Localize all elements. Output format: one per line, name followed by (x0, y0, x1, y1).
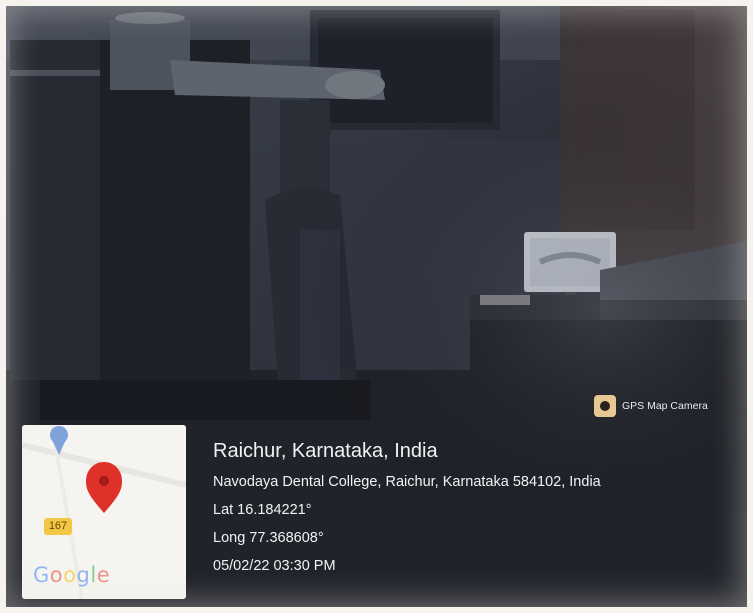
camera-app-icon (594, 395, 616, 417)
location-title: Raichur, Karnataka, India (213, 440, 438, 462)
longitude-text: Long 77.368608° (213, 530, 324, 546)
latitude-text: Lat 16.184221° (213, 502, 312, 518)
gps-map-camera-badge: GPS Map Camera (594, 395, 708, 417)
datetime-text: 05/02/22 03:30 PM (213, 558, 336, 574)
address-text: Navodaya Dental College, Raichur, Karnat… (213, 474, 601, 490)
road-shield: 167 (44, 518, 72, 535)
location-info: Raichur, Karnataka, India Navodaya Denta… (213, 440, 601, 586)
badge-label: GPS Map Camera (622, 400, 708, 412)
google-logo: Google (33, 563, 111, 587)
